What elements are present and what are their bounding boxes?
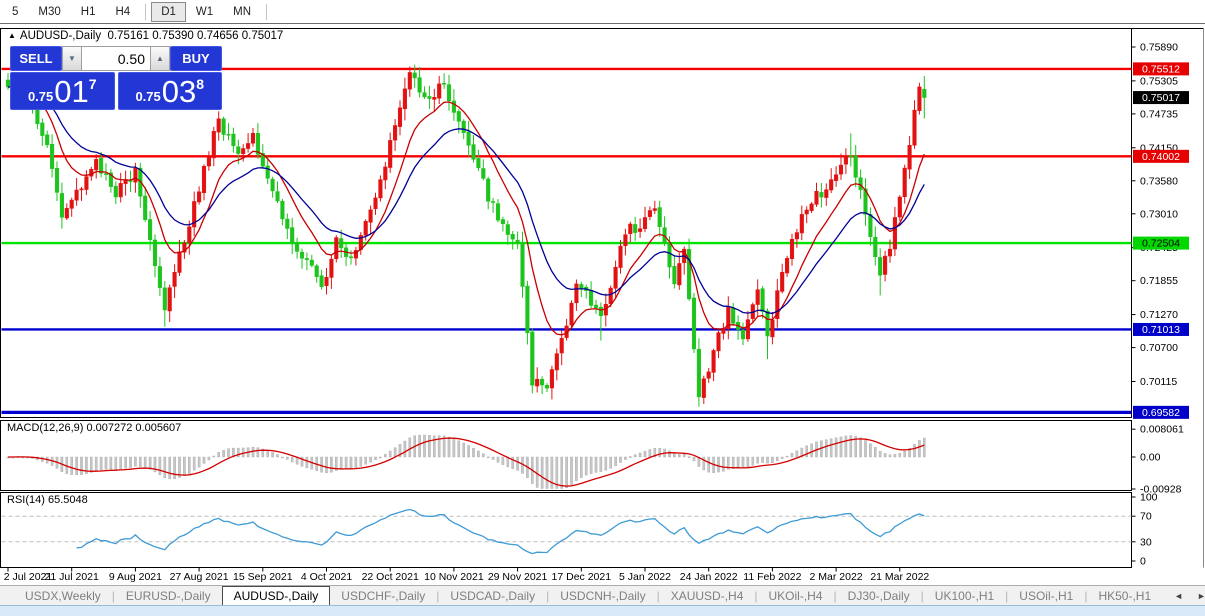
tab-usdcad-daily[interactable]: USDCAD-,Daily: [439, 586, 546, 605]
toolbar-separator: [145, 3, 147, 20]
tab-dj30-daily[interactable]: DJ30-,Daily: [837, 586, 921, 605]
date-axis: 2 Jul 202121 Jul 2021 9 Aug 2021 27 Aug 20…: [4, 567, 929, 583]
status-bar: [0, 605, 1205, 616]
chart-window: 0.75890 0.75305 0.74735 0.74150 0.73580 0.730…: [0, 24, 1205, 585]
tab-hk50-h1[interactable]: HK50-,H1: [1087, 586, 1162, 605]
timeframe-button-H4[interactable]: H4: [105, 2, 140, 22]
svg-text:0.74002: 0.74002: [1142, 151, 1180, 163]
buy-price-pip: 8: [196, 76, 205, 92]
svg-text:27 Aug 2021: 27 Aug 2021: [170, 571, 229, 583]
svg-text:0: 0: [1140, 556, 1146, 568]
volume-increase-button[interactable]: ▲: [150, 46, 170, 71]
collapse-triangle-icon[interactable]: ▲: [8, 31, 16, 40]
svg-text:0.71270: 0.71270: [1140, 309, 1178, 321]
svg-text:0.70700: 0.70700: [1140, 342, 1178, 354]
svg-text:0.75890: 0.75890: [1140, 42, 1178, 54]
tab-xauusd-h4[interactable]: XAUUSD-,H4: [660, 586, 755, 605]
svg-text:0.75305: 0.75305: [1140, 75, 1178, 87]
tab-usdx-weekly[interactable]: USDX,Weekly: [14, 586, 112, 605]
svg-text:0.74735: 0.74735: [1140, 108, 1178, 120]
toolbar-separator: [266, 3, 268, 20]
svg-text:0.69582: 0.69582: [1142, 407, 1180, 419]
rsi-indicator-label: RSI(14) 65.5048: [7, 494, 88, 506]
timeframe-button-5[interactable]: 5: [2, 2, 28, 22]
timeframe-button-M30[interactable]: M30: [28, 2, 70, 22]
svg-text:21 Jul 2021: 21 Jul 2021: [45, 571, 99, 583]
symbol-tabs-bar: USDX,Weekly | EURUSD-,Daily AUDUSD-,Daily US…: [0, 585, 1205, 605]
tab-scroll-right-icon[interactable]: ►: [1197, 591, 1205, 601]
chart-symbol-label: AUDUSD-,Daily: [19, 30, 102, 42]
svg-text:17 Dec 2021: 17 Dec 2021: [552, 571, 612, 583]
sell-price-prefix: 0.75: [27, 89, 54, 104]
svg-text:22 Oct 2021: 22 Oct 2021: [362, 571, 419, 583]
svg-text:5 Jan 2022: 5 Jan 2022: [619, 571, 671, 583]
svg-text:0.72504: 0.72504: [1142, 238, 1180, 250]
timeframe-button-H1[interactable]: H1: [71, 2, 106, 22]
svg-text:0.71013: 0.71013: [1142, 324, 1180, 336]
svg-text:15 Sep 2021: 15 Sep 2021: [233, 571, 293, 583]
svg-text:0.70115: 0.70115: [1140, 376, 1177, 388]
svg-text:70: 70: [1140, 511, 1152, 523]
volume-decrease-button[interactable]: ▼: [62, 46, 82, 71]
svg-text:0.75512: 0.75512: [1142, 63, 1180, 75]
buy-price-prefix: 0.75: [135, 89, 161, 104]
svg-text:9 Aug 2021: 9 Aug 2021: [109, 571, 162, 583]
svg-text:11 Feb 2022: 11 Feb 2022: [743, 571, 801, 583]
chart-title: ▲ AUDUSD-,Daily 0.75161 0.75390 0.74656 0…: [8, 30, 283, 42]
volume-input[interactable]: [82, 46, 150, 71]
tab-eurusd-daily[interactable]: EURUSD-,Daily: [115, 586, 222, 605]
tab-usoil-h1[interactable]: USOil-,H1: [1008, 586, 1084, 605]
tab-audusd-daily[interactable]: AUDUSD-,Daily: [221, 586, 331, 605]
candlestick-series: [5, 64, 927, 407]
price-axis: 0.758900.753050.747350.741500.735800.730…: [1131, 42, 1189, 568]
tab-usdcnh-daily[interactable]: USDCNH-,Daily: [549, 586, 656, 605]
svg-text:0.71855: 0.71855: [1140, 275, 1178, 287]
one-click-trade-panel: SELL ▼ ▲ BUY 0.75 01 7 0.75 03 8: [10, 46, 222, 110]
svg-text:0.75017: 0.75017: [1142, 92, 1180, 104]
tab-scroll-left-icon[interactable]: ◄: [1174, 591, 1183, 601]
horizontal-level-lines: [1, 67, 1132, 414]
svg-text:0.73010: 0.73010: [1140, 208, 1178, 220]
tab-usdchf-daily[interactable]: USDCHF-,Daily: [330, 586, 436, 605]
svg-text:0.008061: 0.008061: [1140, 424, 1184, 436]
svg-text:0.73580: 0.73580: [1140, 175, 1178, 187]
macd-indicator-label: MACD(12,26,9) 0.007272 0.005607: [7, 422, 182, 434]
buy-price-digits: 03: [161, 74, 197, 109]
timeframe-button-W1[interactable]: W1: [186, 2, 223, 22]
tab-scroll-arrows: ◄ ►: [1162, 586, 1205, 605]
timeframe-button-MN[interactable]: MN: [223, 2, 261, 22]
svg-text:4 Oct 2021: 4 Oct 2021: [301, 571, 353, 583]
sell-button[interactable]: SELL: [10, 46, 62, 71]
tab-ukoil-h4[interactable]: UKOil-,H4: [758, 586, 834, 605]
svg-text:2 Mar 2022: 2 Mar 2022: [810, 571, 863, 583]
svg-text:29 Nov 2021: 29 Nov 2021: [488, 571, 548, 583]
arrow-up-icon: ▲: [156, 54, 164, 63]
buy-button[interactable]: BUY: [170, 46, 222, 71]
chart-ohlc-values: 0.75161 0.75390 0.74656 0.75017: [107, 30, 284, 42]
timeframe-button-D1[interactable]: D1: [151, 1, 186, 22]
tab-uk100-h1[interactable]: UK100-,H1: [924, 586, 1005, 605]
svg-text:100: 100: [1140, 492, 1158, 504]
arrow-down-icon: ▼: [68, 54, 76, 63]
svg-text:10 Nov 2021: 10 Nov 2021: [424, 571, 484, 583]
svg-text:24 Jan 2022: 24 Jan 2022: [680, 571, 738, 583]
svg-text:21 Mar 2022: 21 Mar 2022: [870, 571, 929, 583]
sell-price-pip: 7: [88, 76, 97, 92]
timeframe-toolbar: 5 M30 H1 H4 D1 W1 MN: [0, 0, 1205, 24]
svg-text:0.00: 0.00: [1140, 452, 1161, 464]
buy-price-box[interactable]: 0.75 03 8: [117, 72, 222, 110]
sell-price-box[interactable]: 0.75 01 7: [10, 72, 115, 110]
svg-text:30: 30: [1140, 536, 1152, 548]
sell-price-digits: 01: [54, 74, 89, 109]
